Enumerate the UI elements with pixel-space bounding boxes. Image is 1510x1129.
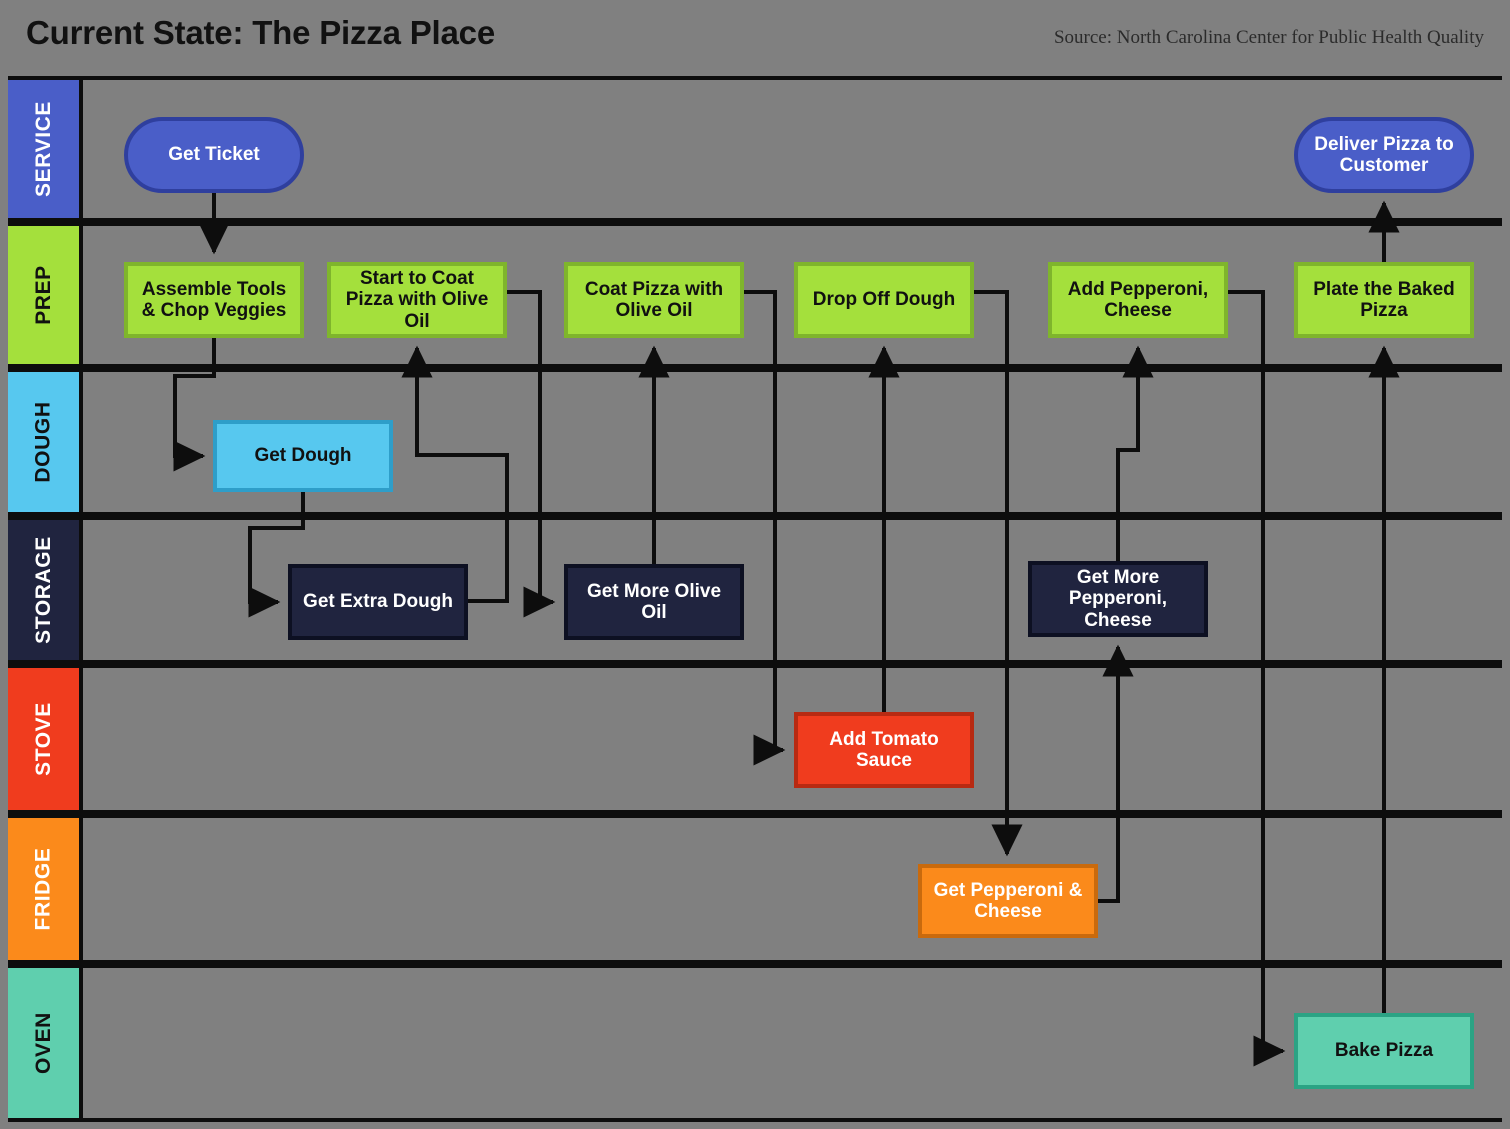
lane-body-stove (83, 668, 1502, 810)
node-label: Get Ticket (168, 144, 260, 166)
node-add-tomato-sauce[interactable]: Add Tomato Sauce (794, 712, 974, 788)
node-bake-pizza[interactable]: Bake Pizza (1294, 1013, 1474, 1089)
node-label: Deliver Pizza to Customer (1314, 133, 1454, 176)
node-label: Get Dough (254, 445, 352, 467)
lane-label-text: FRIDGE (31, 847, 55, 931)
swimlane-storage: STORAGE (8, 516, 1502, 664)
node-label: Start to Coat Pizza with Olive Oil (345, 268, 489, 332)
diagram-canvas: Current State: The Pizza Place Source: N… (0, 0, 1510, 1129)
page-title: Current State: The Pizza Place (26, 14, 495, 51)
swimlane-oven: OVEN (8, 964, 1502, 1122)
lane-label-text: PREP (31, 265, 55, 325)
source-note: Source: North Carolina Center for Public… (1053, 27, 1484, 48)
node-label: Add Tomato Sauce (829, 728, 939, 771)
lane-label-text: OVEN (31, 1012, 55, 1074)
node-start-to-coat-pizza-with-olive-oil[interactable]: Start to Coat Pizza with Olive Oil (327, 262, 507, 338)
node-assemble-tools-chop-veggies[interactable]: Assemble Tools & Chop Veggies (124, 262, 304, 338)
lane-label-service: SERVICE (8, 80, 83, 218)
node-deliver-pizza-to-customer[interactable]: Deliver Pizza to Customer (1294, 117, 1474, 193)
lane-label-storage: STORAGE (8, 520, 83, 660)
lane-label-fridge: FRIDGE (8, 818, 83, 960)
node-label: Plate the Baked Pizza (1313, 278, 1455, 321)
node-add-pepperoni-cheese[interactable]: Add Pepperoni, Cheese (1048, 262, 1228, 338)
node-label: Get Pepperoni & Cheese (933, 879, 1083, 922)
node-get-ticket[interactable]: Get Ticket (124, 117, 304, 193)
lane-label-text: SERVICE (31, 100, 55, 198)
lane-label-oven: OVEN (8, 968, 83, 1118)
node-get-extra-dough[interactable]: Get Extra Dough (288, 564, 468, 640)
lane-label-stove: STOVE (8, 668, 83, 810)
lane-body-oven (83, 968, 1502, 1118)
lane-body-fridge (83, 818, 1502, 960)
lane-label-dough: DOUGH (8, 372, 83, 512)
node-get-pepperoni-cheese[interactable]: Get Pepperoni & Cheese (918, 864, 1098, 938)
node-label: Get Extra Dough (303, 591, 453, 613)
node-label: Coat Pizza with Olive Oil (584, 278, 724, 321)
node-get-dough[interactable]: Get Dough (213, 420, 393, 492)
node-get-more-olive-oil[interactable]: Get More Olive Oil (564, 564, 744, 640)
node-label: Get More Olive Oil (586, 580, 722, 623)
node-get-more-pepperoni-cheese[interactable]: Get More Pepperoni, Cheese (1028, 561, 1208, 637)
node-coat-pizza-with-olive-oil[interactable]: Coat Pizza with Olive Oil (564, 262, 744, 338)
swimlane-grid: SERVICE PREP DOUGH STORAGE STOVE FRIDGE … (8, 76, 1502, 1122)
swimlane-stove: STOVE (8, 664, 1502, 814)
node-label: Get More Pepperoni, Cheese (1068, 567, 1168, 631)
node-label: Add Pepperoni, Cheese (1067, 278, 1209, 321)
lane-label-text: DOUGH (31, 401, 55, 483)
lane-label-text: STORAGE (31, 536, 55, 644)
node-drop-off-dough[interactable]: Drop Off Dough (794, 262, 974, 338)
node-plate-the-baked-pizza[interactable]: Plate the Baked Pizza (1294, 262, 1474, 338)
node-label: Bake Pizza (1334, 1040, 1434, 1062)
header: Current State: The Pizza Place Source: N… (0, 0, 1510, 74)
swimlane-fridge: FRIDGE (8, 814, 1502, 964)
lane-label-prep: PREP (8, 226, 83, 364)
lane-label-text: STOVE (31, 702, 55, 776)
node-label: Assemble Tools & Chop Veggies (141, 278, 287, 321)
node-label: Drop Off Dough (812, 289, 956, 311)
